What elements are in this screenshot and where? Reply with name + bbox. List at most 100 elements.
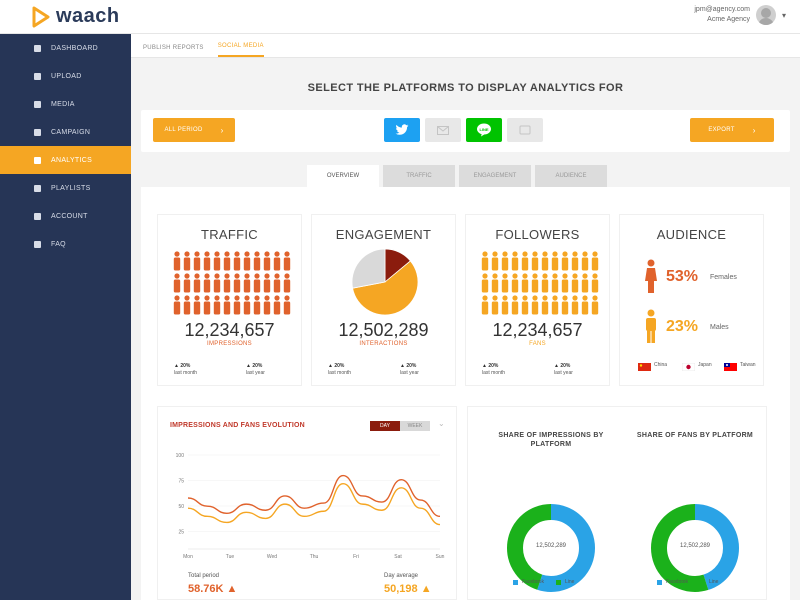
impressions-share-title: SHARE OF IMPRESSIONS BY PLATFORM — [498, 432, 604, 448]
person-icon — [491, 295, 499, 315]
sidebar-item-upload[interactable]: UPLOAD — [0, 62, 131, 90]
person-icon — [541, 295, 549, 315]
person-icon — [253, 295, 261, 315]
engagement-value: 12,502,289 — [338, 320, 429, 340]
audience-title: AUDIENCE — [656, 227, 727, 242]
account-icon — [34, 212, 41, 220]
traffic-sub-label: IMPRESSIONS — [207, 341, 252, 347]
japan-flag-icon — [682, 363, 695, 371]
legend-label: Facebook — [666, 579, 688, 585]
platform-selector-bar: ALL PERIOD › LINE EXPORT › — [141, 110, 790, 152]
person-icon — [581, 251, 589, 271]
sidebar-item-playlists[interactable]: PLAYLISTS — [0, 174, 131, 202]
playlists-icon — [34, 184, 41, 192]
message-icon — [519, 125, 531, 135]
y-tick-label: 100 — [176, 453, 185, 459]
person-icon — [173, 273, 181, 293]
male-icon — [646, 309, 656, 343]
email-toggle[interactable] — [425, 118, 461, 142]
traffic-month-caption: last month — [174, 370, 198, 376]
person-icon — [531, 295, 539, 315]
day-toggle[interactable]: DAY — [370, 421, 400, 431]
dashboard-icon — [34, 44, 41, 52]
logo[interactable]: waach — [32, 5, 120, 28]
user-menu[interactable]: jpm@agency.com Acme Agency ▾ — [694, 5, 786, 25]
series-line — [187, 474, 441, 518]
export-button[interactable]: EXPORT › — [690, 118, 774, 142]
legend-label: Line — [708, 579, 719, 585]
week-toggle[interactable]: WEEK — [400, 421, 430, 431]
fans-share-title: SHARE OF FANS BY PLATFORM — [636, 432, 754, 439]
line-toggle[interactable]: LINE — [466, 118, 502, 142]
legend-swatch — [555, 579, 561, 585]
audience-card: AUDIENCE 53% Females 23% Males China Jap… — [619, 214, 764, 386]
sidebar-item-faq[interactable]: FAQ — [0, 230, 131, 258]
page-title: SELECT THE PLATFORMS TO DISPLAY ANALYTIC… — [307, 82, 624, 94]
person-icon — [283, 295, 291, 315]
chevron-down-icon[interactable]: ▾ — [782, 11, 786, 20]
person-icon — [233, 273, 241, 293]
followers-month-caption: last month — [482, 370, 506, 376]
y-tick-label: 75 — [178, 479, 184, 485]
analytics-icon — [34, 156, 41, 164]
info-icon[interactable]: ⌄ — [438, 419, 445, 428]
person-icon — [273, 273, 281, 293]
media-icon — [34, 100, 41, 108]
evolution-chart-card: IMPRESSIONS AND FANS EVOLUTION DAY WEEK … — [157, 406, 457, 600]
legend-label: Facebook — [522, 579, 544, 585]
person-icon — [213, 295, 221, 315]
platform-share-card: SHARE OF IMPRESSIONS BY PLATFORM SHARE O… — [467, 406, 767, 600]
sidebar-item-label: DASHBOARD — [51, 44, 99, 52]
tab-engagement[interactable]: ENGAGEMENT — [459, 165, 531, 187]
left-kpi-value: 58.76K ▲ — [188, 583, 238, 595]
x-tick-label: Wed — [267, 554, 277, 560]
engagement-year-delta: ▲ 20% — [400, 363, 417, 369]
traffic-year-delta: ▲ 20% — [246, 363, 263, 369]
person-icon — [173, 251, 181, 271]
person-icon — [203, 273, 211, 293]
message-toggle[interactable] — [507, 118, 543, 142]
engagement-card: ENGAGEMENT 12,502,289 INTERACTIONS ▲ 20%… — [311, 214, 456, 386]
y-tick-label: 25 — [178, 530, 184, 536]
person-icon — [561, 251, 569, 271]
followers-people-icons — [481, 251, 599, 315]
avatar[interactable] — [755, 5, 776, 25]
x-tick-label: Sat — [394, 554, 402, 560]
person-icon — [541, 273, 549, 293]
person-icon — [193, 251, 201, 271]
person-icon — [521, 251, 529, 271]
person-icon — [273, 295, 281, 315]
person-icon — [263, 295, 271, 315]
subtab-publish-reports[interactable]: PUBLISH REPORTS — [143, 45, 204, 57]
female-label: Females — [710, 274, 737, 281]
sidebar-item-dashboard[interactable]: DASHBOARD — [0, 34, 131, 62]
followers-sub-label: FANS — [529, 341, 546, 347]
period-dropdown-button[interactable]: ALL PERIOD › — [153, 118, 235, 142]
person-icon — [551, 295, 559, 315]
person-icon — [193, 295, 201, 315]
tab-traffic[interactable]: TRAFFIC — [383, 165, 455, 187]
person-icon — [571, 251, 579, 271]
legend-swatch — [513, 579, 518, 585]
person-icon — [183, 295, 191, 315]
sidebar-item-campaign[interactable]: CAMPAIGN — [0, 118, 131, 146]
sidebar-item-analytics[interactable]: ANALYTICS — [0, 146, 131, 174]
engagement-month-caption: last month — [328, 370, 352, 376]
subtab-social-media[interactable]: SOCIAL MEDIA — [217, 43, 264, 57]
person-icon — [183, 251, 191, 271]
sidebar-item-media[interactable]: MEDIA — [0, 90, 131, 118]
sidebar-item-account[interactable]: ACCOUNT — [0, 202, 131, 230]
person-icon — [591, 273, 599, 293]
person-icon — [511, 273, 519, 293]
traffic-people-icons — [173, 251, 291, 315]
person-icon — [551, 251, 559, 271]
tab-overview[interactable]: OVERVIEW — [307, 165, 379, 187]
person-icon — [491, 273, 499, 293]
person-icon — [571, 273, 579, 293]
twitter-toggle[interactable] — [384, 118, 420, 142]
person-icon — [551, 273, 559, 293]
series-line — [187, 483, 441, 526]
male-percent: 23% — [666, 318, 699, 335]
person-icon — [253, 251, 261, 271]
tab-audience[interactable]: AUDIENCE — [535, 165, 607, 187]
